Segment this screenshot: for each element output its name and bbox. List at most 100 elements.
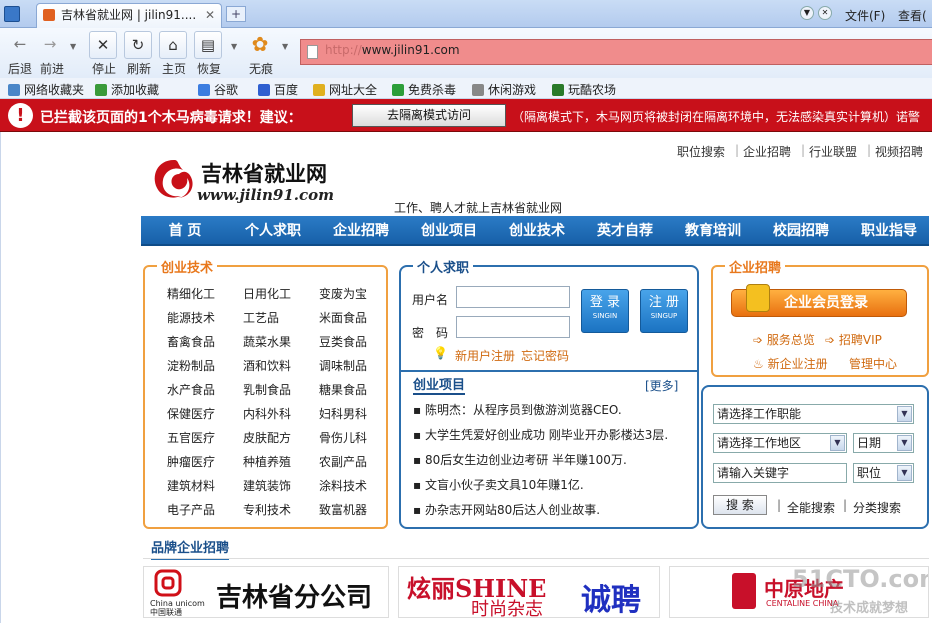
- project-news-item[interactable]: ▪ 80后女生边创业边考研 半年赚100万.: [413, 451, 627, 468]
- back-button[interactable]: ←: [6, 31, 34, 59]
- home-button[interactable]: ⌂: [159, 31, 187, 59]
- new-user-register-link[interactable]: 新用户注册: [455, 347, 515, 364]
- password-input[interactable]: [456, 316, 570, 338]
- tech-link[interactable]: 酒和饮料: [243, 357, 291, 374]
- nav-item[interactable]: 首 页: [141, 216, 229, 246]
- browser-tab[interactable]: 吉林省就业网 | jilin91.... ✕: [36, 3, 222, 28]
- site-logo[interactable]: 吉林省就业网 www.jilin91.com: [149, 154, 339, 206]
- top-link-company[interactable]: 企业招聘: [743, 143, 791, 160]
- tech-link[interactable]: 妇科男科: [319, 405, 367, 422]
- refresh-button[interactable]: ↻: [124, 31, 152, 59]
- field-select[interactable]: 职位 ▼: [853, 463, 914, 483]
- nav-item[interactable]: 教育培训: [669, 216, 757, 246]
- isolation-mode-button[interactable]: 去隔离模式访问: [352, 104, 506, 127]
- favorite-item[interactable]: 免费杀毒: [392, 81, 456, 98]
- keyword-input[interactable]: 请输入关键字: [713, 463, 847, 483]
- tech-link[interactable]: 豆类食品: [319, 333, 367, 350]
- menu-view[interactable]: 查看(: [898, 7, 927, 24]
- brand-shine[interactable]: 炫丽SHINE 时尚杂志 诚聘: [398, 566, 660, 620]
- nav-item[interactable]: 创业技术: [493, 216, 581, 246]
- favorite-item[interactable]: 网址大全: [313, 81, 377, 98]
- new-company-register-link[interactable]: ♨ 新企业注册: [753, 355, 828, 372]
- brand-unicom[interactable]: China unicom中国联通 吉林省分公司: [143, 566, 389, 618]
- tech-link[interactable]: 专利技术: [243, 501, 291, 518]
- address-bar[interactable]: http://www.jilin91.com: [300, 39, 932, 65]
- date-select[interactable]: 日期 ▼: [853, 433, 914, 453]
- tech-link[interactable]: 皮肤配方: [243, 429, 291, 446]
- company-login-button[interactable]: 企业会员登录: [731, 284, 907, 317]
- favorite-item[interactable]: 休闲游戏: [472, 81, 536, 98]
- history-dropdown-icon[interactable]: ▼: [70, 42, 76, 51]
- tab-close-all-icon[interactable]: ✕: [818, 6, 832, 20]
- tech-link[interactable]: 乳制食品: [243, 381, 291, 398]
- full-search-link[interactable]: 全能搜索: [787, 499, 835, 516]
- nav-item[interactable]: 职业指导: [845, 216, 932, 246]
- tech-link[interactable]: 畜禽食品: [167, 333, 215, 350]
- tech-link[interactable]: 淀粉制品: [167, 357, 215, 374]
- tech-link[interactable]: 内科外科: [243, 405, 291, 422]
- forward-button[interactable]: →: [36, 31, 64, 59]
- job-type-select[interactable]: 请选择工作职能 ▼: [713, 404, 914, 424]
- service-overview-link[interactable]: ➩ 服务总览: [753, 331, 815, 348]
- stop-button[interactable]: ✕: [89, 31, 117, 59]
- menu-file[interactable]: 文件(F): [845, 7, 885, 24]
- forgot-password-link[interactable]: 忘记密码: [521, 347, 569, 364]
- tech-link[interactable]: 精细化工: [167, 285, 215, 302]
- restore-button[interactable]: ▤: [194, 31, 222, 59]
- incognito-button[interactable]: ✿: [246, 31, 274, 59]
- login-button[interactable]: 登 录 SINGIN: [581, 289, 629, 333]
- new-tab-button[interactable]: +: [226, 6, 246, 22]
- top-link-alliance[interactable]: 行业联盟: [809, 143, 857, 160]
- tech-link[interactable]: 蔬菜水果: [243, 333, 291, 350]
- tech-link[interactable]: 致富机器: [319, 501, 367, 518]
- tech-link[interactable]: 日用化工: [243, 285, 291, 302]
- nav-item[interactable]: 校园招聘: [757, 216, 845, 246]
- area-select[interactable]: 请选择工作地区 ▼: [713, 433, 847, 453]
- vip-recruit-link[interactable]: ➩ 招聘VIP: [825, 331, 882, 348]
- favorite-item[interactable]: 网络收藏夹: [8, 81, 84, 98]
- tech-link[interactable]: 糖果食品: [319, 381, 367, 398]
- register-button[interactable]: 注 册 SINGUP: [640, 289, 688, 333]
- tech-link[interactable]: 肿瘤医疗: [167, 453, 215, 470]
- favorite-item[interactable]: 玩酷农场: [552, 81, 616, 98]
- category-search-link[interactable]: 分类搜索: [853, 499, 901, 516]
- project-news-item[interactable]: ▪ 文盲小伙子卖文具10年赚1亿.: [413, 476, 584, 493]
- tech-link[interactable]: 水产食品: [167, 381, 215, 398]
- search-button[interactable]: 搜 索: [713, 495, 767, 515]
- farm-icon: [552, 84, 564, 96]
- tech-link[interactable]: 五官医疗: [167, 429, 215, 446]
- tech-link[interactable]: 建筑材料: [167, 477, 215, 494]
- top-link-video[interactable]: 视频招聘: [875, 143, 923, 160]
- tab-dropdown-icon[interactable]: ▼: [800, 6, 814, 20]
- favorite-item[interactable]: 谷歌: [198, 81, 238, 98]
- tech-link[interactable]: 变废为宝: [319, 285, 367, 302]
- nav-item[interactable]: 英才自荐: [581, 216, 669, 246]
- project-news-item[interactable]: ▪ 大学生凭爱好创业成功 刚毕业开办影楼达3层.: [413, 426, 668, 443]
- tech-link[interactable]: 调味制品: [319, 357, 367, 374]
- brand-centaline[interactable]: 中原地产 CENTALINE CHINA 51CTO.com 技术成就梦想: [669, 566, 929, 618]
- restore-dropdown-icon[interactable]: ▼: [231, 42, 237, 51]
- tech-link[interactable]: 电子产品: [167, 501, 215, 518]
- tech-link[interactable]: 农副产品: [319, 453, 367, 470]
- top-link-job-search[interactable]: 职位搜索: [677, 143, 725, 160]
- tech-link[interactable]: 保健医疗: [167, 405, 215, 422]
- tech-link[interactable]: 工艺品: [243, 309, 279, 326]
- management-center-link[interactable]: 管理中心: [849, 355, 897, 372]
- tech-link[interactable]: 米面食品: [319, 309, 367, 326]
- projects-more-link[interactable]: [更多]: [645, 377, 678, 394]
- close-tab-icon[interactable]: ✕: [205, 4, 215, 27]
- incognito-dropdown-icon[interactable]: ▼: [282, 42, 288, 51]
- nav-item[interactable]: 企业招聘: [317, 216, 405, 246]
- tech-link[interactable]: 建筑装饰: [243, 477, 291, 494]
- tech-link[interactable]: 骨伤儿科: [319, 429, 367, 446]
- favorite-item[interactable]: 添加收藏: [95, 81, 159, 98]
- project-news-item[interactable]: ▪ 陈明杰：从程序员到傲游浏览器CEO.: [413, 401, 622, 418]
- project-news-item[interactable]: ▪ 办杂志开网站80后达人创业故事.: [413, 501, 600, 518]
- tech-link[interactable]: 涂料技术: [319, 477, 367, 494]
- tech-link[interactable]: 种植养殖: [243, 453, 291, 470]
- tech-link[interactable]: 能源技术: [167, 309, 215, 326]
- nav-item[interactable]: 个人求职: [229, 216, 317, 246]
- favorite-item[interactable]: 百度: [258, 81, 298, 98]
- username-input[interactable]: [456, 286, 570, 308]
- nav-item[interactable]: 创业项目: [405, 216, 493, 246]
